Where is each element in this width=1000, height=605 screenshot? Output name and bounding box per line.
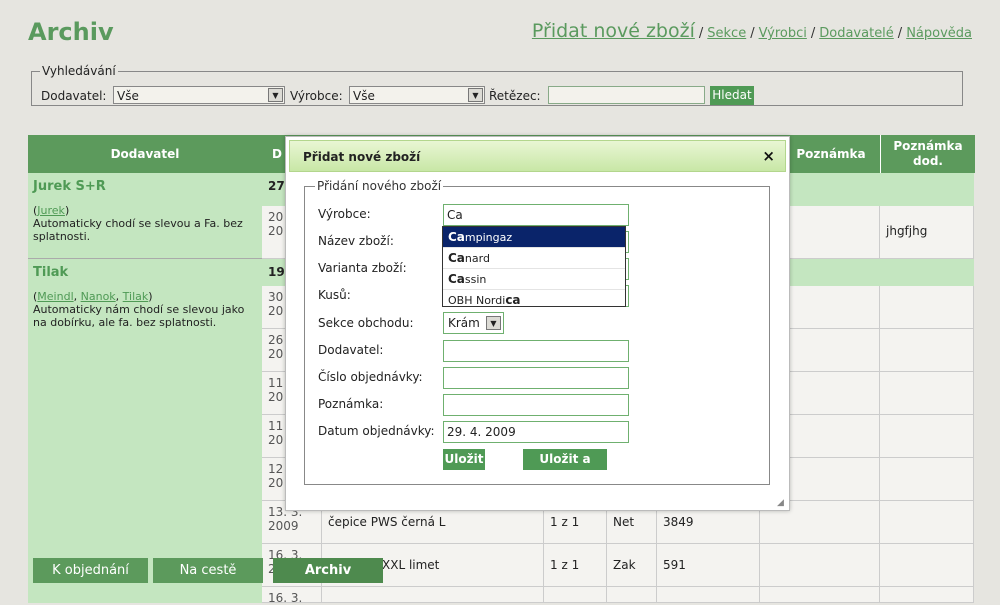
resize-handle-icon[interactable]: ◢ bbox=[777, 498, 787, 508]
in-transit-button[interactable]: Na cestě bbox=[153, 558, 263, 583]
dropdown-arrow-icon: ▼ bbox=[486, 316, 501, 330]
order-number-label: Číslo objednávky: bbox=[318, 370, 423, 384]
person-link[interactable]: Tilak bbox=[123, 290, 149, 303]
order-date-label: Datum objednávky: bbox=[318, 424, 435, 438]
order-date-input[interactable]: 29. 4. 2009 bbox=[443, 421, 629, 443]
table-row-supplier-note bbox=[880, 458, 974, 501]
table-row-supplier-note bbox=[880, 372, 974, 415]
table-row-supplier-note bbox=[880, 329, 974, 372]
table-row-note bbox=[760, 587, 880, 603]
nav-link-makers[interactable]: Výrobci bbox=[759, 26, 807, 41]
maker-filter-label: Výrobce: bbox=[290, 89, 343, 103]
table-row-supplier-note bbox=[880, 415, 974, 458]
table-row-note bbox=[782, 458, 880, 501]
autocomplete-item[interactable]: Campingaz bbox=[443, 227, 625, 248]
maker-autocomplete-list: Campingaz Canard Cassin OBH Nordica bbox=[442, 226, 626, 307]
supplier-label: Dodavatel: bbox=[318, 343, 384, 357]
string-filter-label: Řetězec: bbox=[489, 89, 541, 103]
variant-label: Varianta zboží: bbox=[318, 261, 407, 275]
table-row-date: 16. 3. bbox=[262, 587, 322, 605]
table-row-order-number: 591 bbox=[657, 544, 760, 587]
supplier-input[interactable] bbox=[443, 340, 629, 362]
table-row-qty: 1 z 1 bbox=[544, 544, 607, 587]
page-title: Archiv bbox=[28, 18, 114, 46]
nav-link-sections[interactable]: Sekce bbox=[707, 26, 746, 41]
supplier-filter-select[interactable]: Vše ▼ bbox=[113, 86, 285, 104]
string-search-input[interactable] bbox=[548, 86, 705, 104]
note-input[interactable] bbox=[443, 394, 629, 416]
close-icon[interactable]: × bbox=[762, 147, 775, 165]
supplier-name-link[interactable]: Tilak bbox=[33, 265, 257, 280]
supplier-group-cell: Jurek S+R (Jurek) Automaticky chodí se s… bbox=[28, 173, 262, 259]
nav-link-help[interactable]: Nápověda bbox=[906, 26, 972, 41]
table-row-note bbox=[782, 286, 880, 329]
table-row-note bbox=[782, 372, 880, 415]
search-button[interactable]: Hledat bbox=[710, 86, 754, 105]
save-button[interactable]: Uložit bbox=[443, 449, 485, 470]
maker-filter-value: Vše bbox=[353, 89, 375, 103]
table-row-order-number bbox=[657, 587, 760, 603]
supplier-filter-label: Dodavatel: bbox=[41, 89, 107, 103]
save-and-next-button[interactable]: Uložit a další bbox=[523, 449, 607, 487]
table-row-supplier-note: jhgfjhg bbox=[880, 206, 974, 259]
table-row-note bbox=[760, 544, 880, 587]
autocomplete-item[interactable]: Canard bbox=[443, 248, 625, 269]
supplier-name-link[interactable]: Jurek S+R bbox=[33, 179, 257, 194]
form-legend: Přidání nového zboží bbox=[317, 179, 442, 193]
dropdown-arrow-icon: ▼ bbox=[268, 88, 283, 102]
table-row-section bbox=[607, 587, 657, 603]
table-row-goods-name bbox=[322, 587, 544, 603]
table-row-note bbox=[782, 206, 880, 259]
dialog-header[interactable]: Přidat nové zboží × bbox=[289, 140, 786, 172]
add-goods-dialog: Přidat nové zboží × Přidání nového zboží… bbox=[285, 136, 790, 511]
maker-input[interactable]: Ca bbox=[443, 204, 629, 226]
top-navigation: Přidat nové zboží / Sekce / Výrobci / Dodavate… bbox=[531, 20, 972, 42]
supplier-group-cell: Tilak (Meindl, Nanok, Tilak) Automaticky… bbox=[28, 259, 262, 603]
supplier-note: Automaticky chodí se slevou a Fa. bez sp… bbox=[33, 217, 243, 243]
group-header-date: 19 bbox=[268, 265, 285, 279]
note-label: Poznámka: bbox=[318, 397, 384, 411]
column-header-supplier-note[interactable]: Poznámka dod. bbox=[880, 135, 975, 173]
table-row-section: Zak bbox=[607, 544, 657, 587]
shop-section-select[interactable]: Krám ▼ bbox=[443, 312, 504, 334]
goods-name-label: Název zboží: bbox=[318, 234, 394, 248]
person-link[interactable]: Jurek bbox=[37, 204, 65, 217]
supplier-note: Automaticky nám chodí se slevou jako na … bbox=[33, 303, 245, 329]
order-number-input[interactable] bbox=[443, 367, 629, 389]
column-header-note[interactable]: Poznámka bbox=[782, 135, 880, 173]
table-row-qty bbox=[544, 587, 607, 603]
search-legend: Vyhledávání bbox=[42, 64, 116, 78]
autocomplete-item[interactable]: Cassin bbox=[443, 269, 625, 290]
table-row-supplier-note bbox=[880, 286, 974, 329]
add-goods-link[interactable]: Přidat nové zboží bbox=[532, 20, 695, 42]
autocomplete-item[interactable]: OBH Nordica bbox=[443, 290, 625, 310]
dropdown-arrow-icon: ▼ bbox=[468, 88, 483, 102]
shop-section-value: Krám bbox=[448, 316, 480, 330]
group-header-date: 27 bbox=[268, 179, 285, 193]
table-row-supplier-note bbox=[880, 587, 974, 603]
table-row-note bbox=[782, 329, 880, 372]
column-header-supplier[interactable]: Dodavatel bbox=[28, 135, 262, 173]
archive-button[interactable]: Archiv bbox=[273, 558, 383, 583]
person-link[interactable]: Nanok bbox=[81, 290, 116, 303]
quantity-label: Kusů: bbox=[318, 288, 351, 302]
shop-section-label: Sekce obchodu: bbox=[318, 316, 414, 330]
nav-link-suppliers[interactable]: Dodavatelé bbox=[819, 26, 894, 41]
maker-label: Výrobce: bbox=[318, 207, 371, 221]
dialog-title: Přidat nové zboží bbox=[303, 150, 421, 164]
supplier-filter-value: Vše bbox=[117, 89, 139, 103]
to-order-button[interactable]: K objednání bbox=[33, 558, 148, 583]
maker-filter-select[interactable]: Vše ▼ bbox=[349, 86, 485, 104]
person-link[interactable]: Meindl bbox=[37, 290, 73, 303]
table-row-note bbox=[782, 415, 880, 458]
table-row-supplier-note bbox=[880, 544, 974, 587]
table-row-supplier-note bbox=[880, 501, 974, 544]
